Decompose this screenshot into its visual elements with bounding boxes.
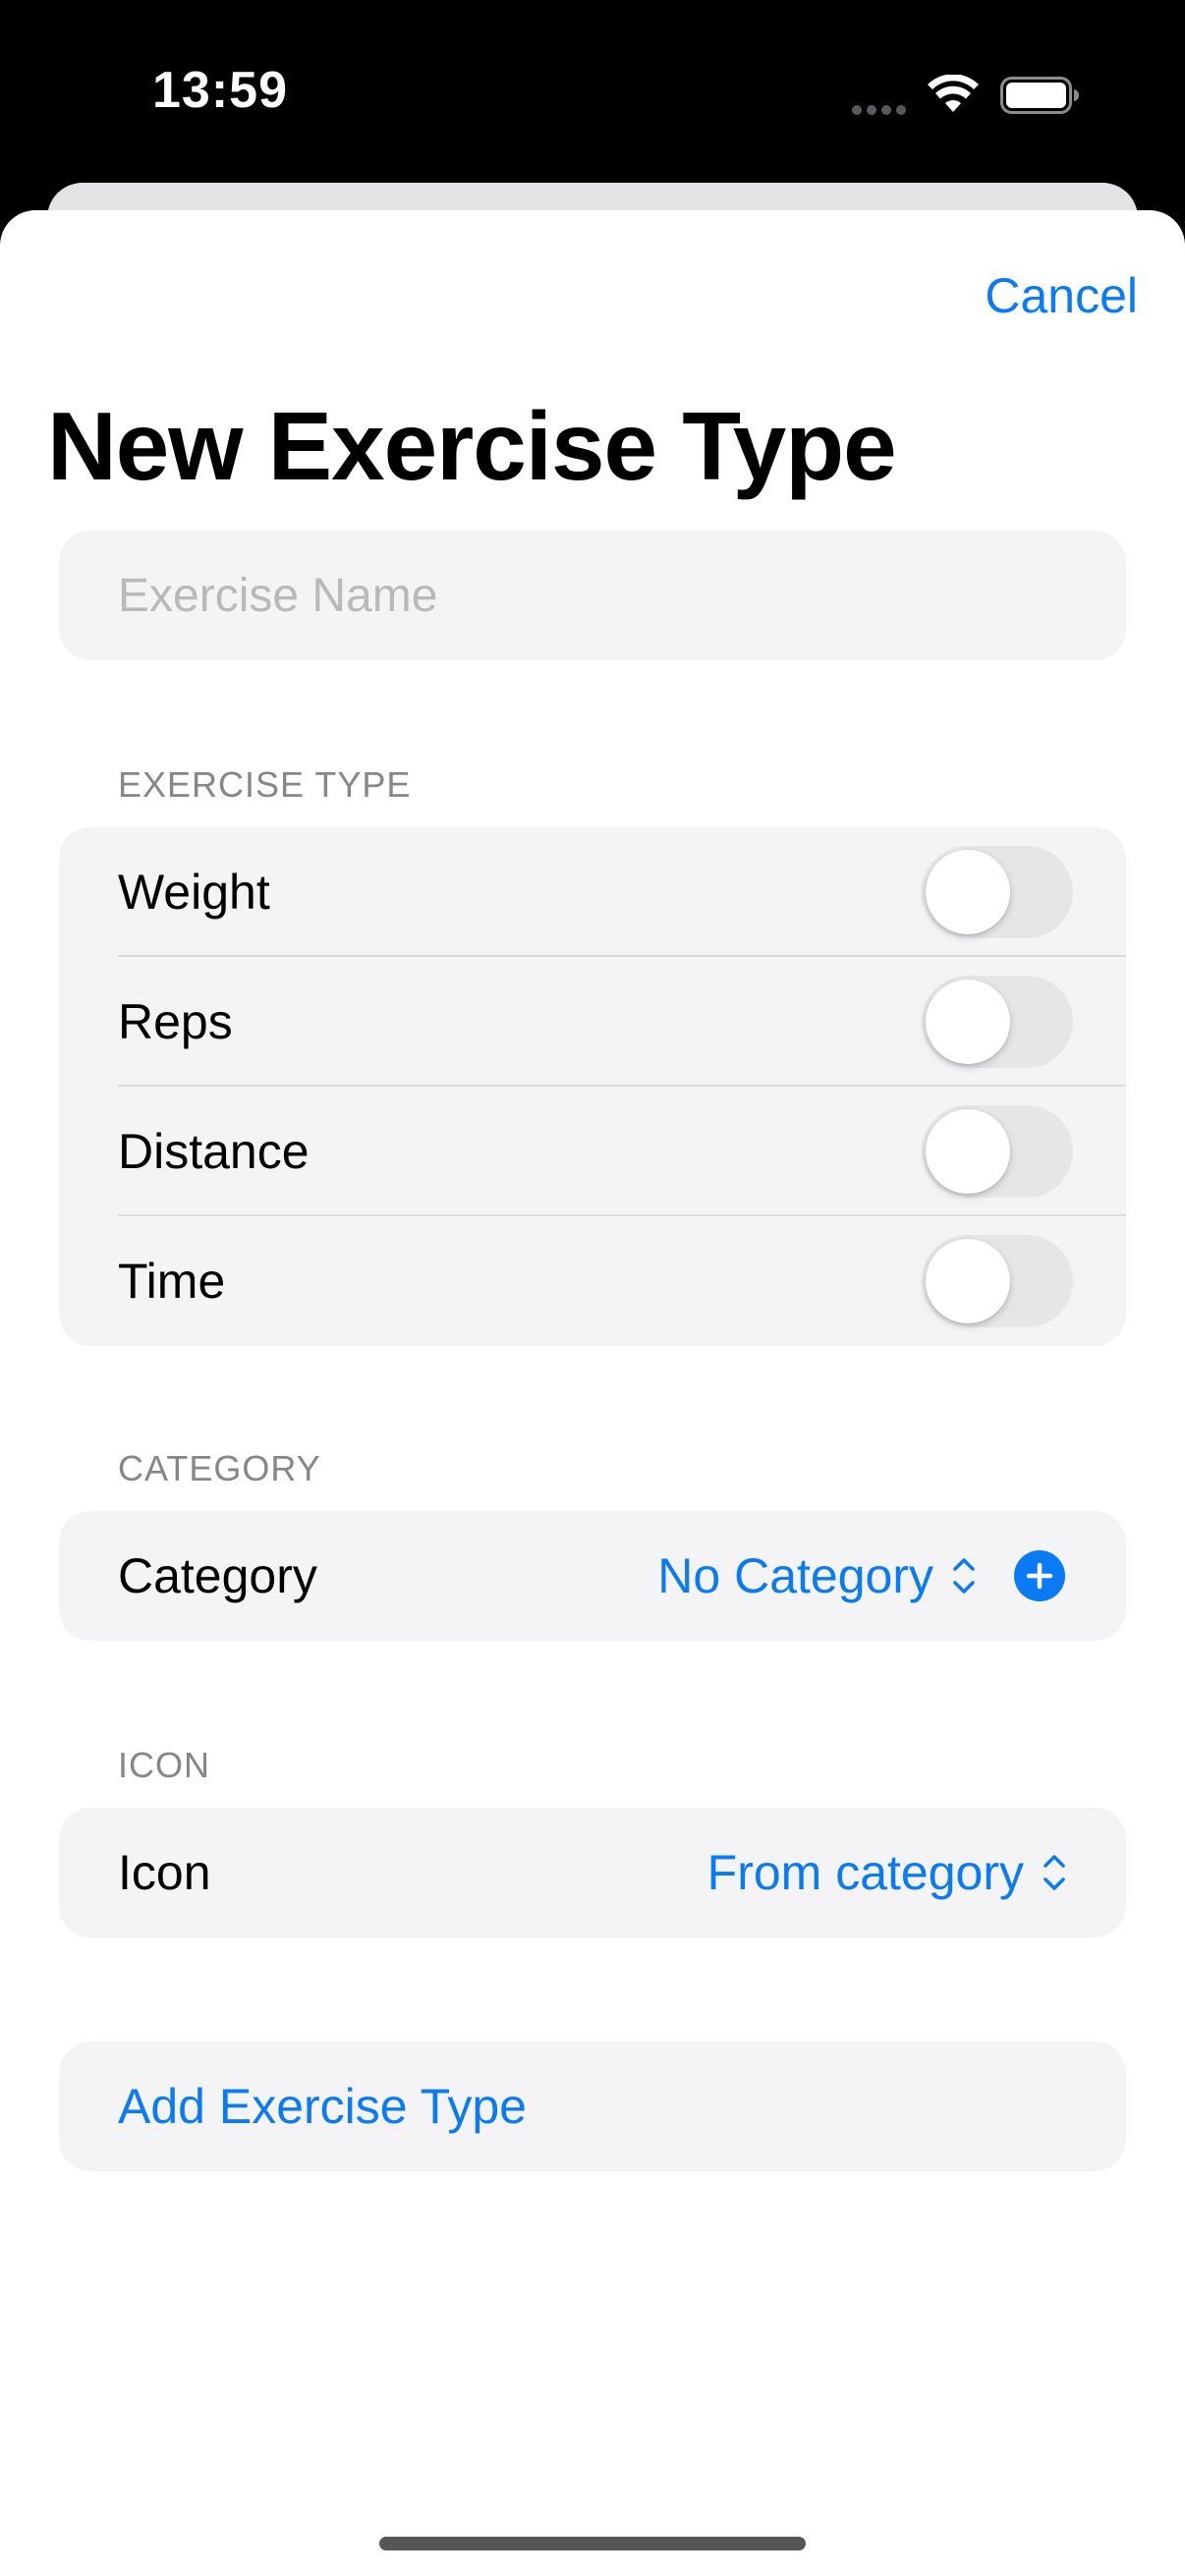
- status-time: 13:59: [152, 62, 288, 119]
- row-label-weight: Weight: [118, 865, 270, 920]
- exercise-name-field: [59, 531, 1126, 660]
- list-item: Time: [59, 1216, 1126, 1346]
- add-exercise-type-button[interactable]: Add Exercise Type: [59, 2042, 1126, 2171]
- add-category-button[interactable]: [1014, 1550, 1065, 1601]
- category-value: No Category: [657, 1548, 933, 1603]
- section-header-category: CATEGORY: [118, 1448, 321, 1488]
- row-label-distance: Distance: [118, 1124, 310, 1179]
- cancel-button[interactable]: Cancel: [985, 267, 1138, 324]
- distance-toggle[interactable]: [922, 1105, 1073, 1198]
- battery-icon: [1000, 77, 1079, 114]
- category-label: Category: [118, 1548, 317, 1603]
- toggle-knob: [926, 1239, 1010, 1323]
- toggle-knob: [926, 850, 1010, 934]
- section-header-icon: ICON: [118, 1745, 210, 1785]
- page-title: New Exercise Type: [47, 392, 897, 500]
- icon-row: Icon From category: [59, 1808, 1126, 1937]
- screen: 13:59 Cancel New Exercise Type EXERCISE …: [0, 0, 1185, 2576]
- section-header-exercise-type: EXERCISE TYPE: [118, 764, 412, 805]
- chevron-up-down-icon: [953, 1558, 975, 1594]
- chevron-up-down-icon: [1044, 1855, 1065, 1890]
- reps-toggle[interactable]: [922, 976, 1073, 1068]
- home-indicator[interactable]: [379, 2537, 806, 2550]
- toggle-knob: [926, 980, 1010, 1064]
- icon-value: From category: [706, 1845, 1024, 1900]
- exercise-type-list: Weight Reps Distance Time: [59, 827, 1126, 1346]
- exercise-name-input[interactable]: [59, 531, 1126, 660]
- time-toggle[interactable]: [922, 1235, 1073, 1327]
- category-picker[interactable]: No Category: [657, 1547, 979, 1604]
- wifi-icon: [928, 75, 979, 112]
- category-row: Category No Category: [59, 1511, 1126, 1641]
- weight-toggle[interactable]: [922, 846, 1073, 938]
- cellular-dots-icon: [852, 105, 906, 115]
- list-item: Reps: [59, 957, 1126, 1087]
- row-label-time: Time: [118, 1254, 226, 1309]
- toggle-knob: [926, 1109, 1010, 1194]
- icon-picker[interactable]: From category: [707, 1844, 1069, 1901]
- list-item: Weight: [59, 827, 1126, 957]
- list-item: Distance: [59, 1087, 1126, 1216]
- icon-label: Icon: [118, 1845, 211, 1900]
- row-label-reps: Reps: [118, 994, 233, 1049]
- add-exercise-type-label: Add Exercise Type: [118, 2079, 527, 2134]
